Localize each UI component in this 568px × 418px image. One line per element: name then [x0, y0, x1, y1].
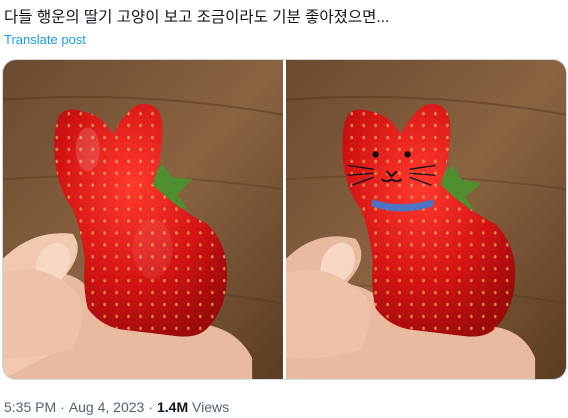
tweet-text: 다들 행운의 딸기 고양이 보고 조금이라도 기분 좋아졌으면...	[4, 9, 390, 26]
translate-post-link[interactable]: Translate post	[4, 32, 86, 48]
views-label: Views	[192, 399, 230, 415]
photo-strawberry-cat-drawn[interactable]	[286, 60, 566, 379]
separator: ·	[148, 399, 153, 415]
photo-strawberry-cat-plain[interactable]	[3, 60, 283, 379]
tweet-date: Aug 4, 2023	[68, 399, 145, 415]
photo-strawberry-cat-drawn-image	[286, 60, 566, 379]
tweet-timestamp[interactable]: 5:35 PM · Aug 4, 2023	[4, 399, 144, 415]
separator: ·	[60, 399, 65, 415]
photo-strawberry-cat-plain-image	[3, 60, 283, 379]
tweet-meta: 5:35 PM · Aug 4, 2023 · 1.4M Views	[4, 398, 229, 416]
tweet-time: 5:35 PM	[4, 399, 57, 415]
media-grid	[2, 59, 567, 380]
views-count: 1.4M	[157, 399, 189, 415]
